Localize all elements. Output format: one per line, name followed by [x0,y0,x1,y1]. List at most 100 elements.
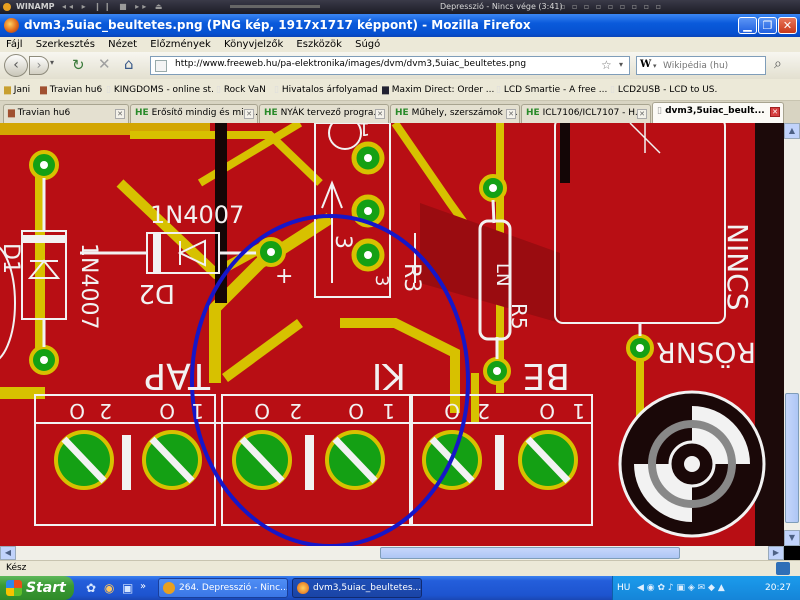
addon-status-icon[interactable] [776,562,790,575]
firefox-icon [4,18,19,33]
history-dropdown-icon[interactable]: ▾ [50,58,54,67]
pad-hole [40,161,48,169]
menu-file[interactable]: Fájl [6,39,23,50]
tab-icl[interactable]: HE ICL7106/ICL7107 - H... ✕ [521,104,651,123]
winamp-controls[interactable]: ◂◂ ▸ ❙❙ ■ ▸▸ ⏏ [62,0,165,14]
vertical-scrollbar[interactable]: ▲ ▼ [784,123,800,546]
tab-close-icon[interactable]: ✕ [770,107,780,117]
silk-reg-pin-bottom: 3 [371,275,392,286]
menu-edit[interactable]: Szerkesztés [36,39,95,50]
menu-history[interactable]: Előzmények [150,39,211,50]
forward-button[interactable]: › [29,56,49,75]
silk-pin-2: 2 [99,399,112,423]
bookmark-item[interactable]: ▯ Hivatalos árfolyamad... [274,79,378,101]
bookmark-item[interactable]: ▯ KINGDOMS - online st... [106,79,214,101]
folder-icon: ▆ [4,85,11,95]
desktop-quicklaunch-icon[interactable]: ▣ [122,581,133,595]
winamp-window-controls[interactable]: ▫ ▫ ▫ ▫ ▫ ▫ ▫ ▫ ▫ [560,0,663,14]
home-icon[interactable]: ⌂ [124,55,134,73]
page-icon: ▯ [216,85,221,95]
tab-nyak[interactable]: HE NYÁK tervező progra... ✕ [259,104,389,123]
silk-nincs: NINCS [721,223,754,310]
maximize-button[interactable]: ❐ [758,17,777,34]
minimize-button[interactable]: ▁ [738,17,757,34]
favicon-icon: ▆ [8,108,15,118]
engine-dropdown-icon[interactable]: ▾ [653,62,657,70]
he-favicon-icon: HE [264,108,278,118]
tab-close-icon[interactable]: ✕ [115,109,125,119]
search-icon[interactable]: ⌕ [774,56,782,72]
reload-icon[interactable]: ↻ [72,56,85,74]
stop-icon[interactable]: ✕ [98,55,111,73]
search-engine-icon[interactable]: W [640,59,651,70]
tab-dvm-image[interactable]: ▯ dvm3,5uiac_beult... ✕ [652,102,784,123]
silk-pin-1: 1 [191,399,204,423]
tab-close-icon[interactable]: ✕ [637,109,647,119]
task-winamp[interactable]: 264. Depresszió - Ninc... [158,578,288,598]
search-box[interactable]: W ▾ [636,56,766,75]
search-input[interactable] [663,58,763,73]
url-text[interactable]: http://www.freeweb.hu/pa-elektronika/ima… [175,59,526,69]
address-bar[interactable]: http://www.freeweb.hu/pa-elektronika/ima… [150,56,630,75]
scroll-down-button[interactable]: ▼ [784,530,800,546]
he-favicon-icon: HE [135,108,149,118]
scroll-left-button[interactable]: ◀ [0,546,16,560]
language-indicator[interactable]: HU [617,576,630,600]
page-icon: ▯ [657,106,662,116]
clock[interactable]: 20:27 [765,576,791,600]
board-gap [560,123,570,183]
tab-travian[interactable]: ▆ Travian hu6 ✕ [3,104,129,123]
firefox-quicklaunch-icon[interactable]: ◉ [104,581,114,595]
image-viewport[interactable]: 1N4007 D2 1N4007 D1 3 1 3 R3 R5 LN NINCS… [0,123,784,546]
bookmark-item[interactable]: ▆ Travian hu6 [40,79,102,101]
menu-bookmarks[interactable]: Könyvjelzők [224,39,283,50]
winamp-seek-slider[interactable] [230,5,320,8]
pad-hole [40,356,48,364]
star-icon[interactable]: ☆ [601,58,612,72]
navigation-toolbar: ‹ › ▾ ↻ ✕ ⌂ http://www.freeweb.hu/pa-ele… [0,52,800,79]
page-icon [155,60,167,72]
horizontal-scrollbar[interactable]: ◀ ▶ [0,546,784,560]
favicon-icon: ▆ [382,85,389,95]
scroll-thumb[interactable] [380,547,680,559]
silk-rosnr: RÖSNR [656,336,756,370]
task-firefox[interactable]: dvm3,5uiac_beultetes... [292,578,422,598]
bookmark-item[interactable]: ▆ Maxim Direct: Order ... [382,79,494,101]
tab-erosito[interactable]: HE Erősítő mindig és min... ✕ [130,104,258,123]
back-button[interactable]: ‹ [4,54,28,77]
scroll-thumb[interactable] [785,393,799,523]
silk-ki-label: KI [372,355,406,396]
bookmark-item[interactable]: ▯ Rock VaN [216,79,266,101]
silk-reg-pin1: 1 [359,123,370,139]
silk-pin-1: 1 [572,399,585,423]
url-dropdown-icon[interactable]: ▾ [619,60,623,69]
silk-d2-label: D2 [138,278,175,308]
diode-d1-band [22,235,66,243]
scroll-right-button[interactable]: ▶ [768,546,784,560]
quicklaunch-expand-icon[interactable]: » [140,581,146,592]
scroll-up-button[interactable]: ▲ [784,123,800,139]
menu-tools[interactable]: Eszközök [296,39,342,50]
menu-view[interactable]: Nézet [108,39,137,50]
bookmark-item[interactable]: ▯ LCD2USB - LCD to US... [610,79,718,101]
close-button[interactable]: ✕ [778,17,797,34]
tab-close-icon[interactable]: ✕ [244,109,254,119]
silk-diode-label: 1N4007 [150,201,244,229]
silk-pin-sub: O [539,399,555,423]
taskbar: Start ✿ ◉ ▣ » 264. Depresszió - Ninc... … [0,576,800,600]
silk-d1-label: D1 [0,243,23,274]
tab-close-icon[interactable]: ✕ [506,109,516,119]
page-icon: ▯ [496,85,501,95]
silk-pin-sub: O [348,399,364,423]
tray-icons[interactable]: ◀ ◉ ✿ ♪ ▣ ◈ ✉ ◆ ▲ [637,576,725,600]
tab-muhely[interactable]: HE Műhely, szerszámok -... ✕ [390,104,520,123]
tab-close-icon[interactable]: ✕ [375,109,385,119]
bookmark-item[interactable]: ▯ LCD Smartie - A free ... [496,79,608,101]
silk-pin-2: 2 [289,399,302,423]
menu-help[interactable]: Súgó [355,39,380,50]
start-button[interactable]: Start [0,576,74,600]
winamp-bar: WINAMP ◂◂ ▸ ❙❙ ■ ▸▸ ⏏ Depresszió - Nincs… [0,0,800,14]
bookmark-item[interactable]: ▆ Jani [4,79,30,101]
quicklaunch-icon[interactable]: ✿ [86,581,96,595]
silk-pin-2: 2 [477,399,490,423]
